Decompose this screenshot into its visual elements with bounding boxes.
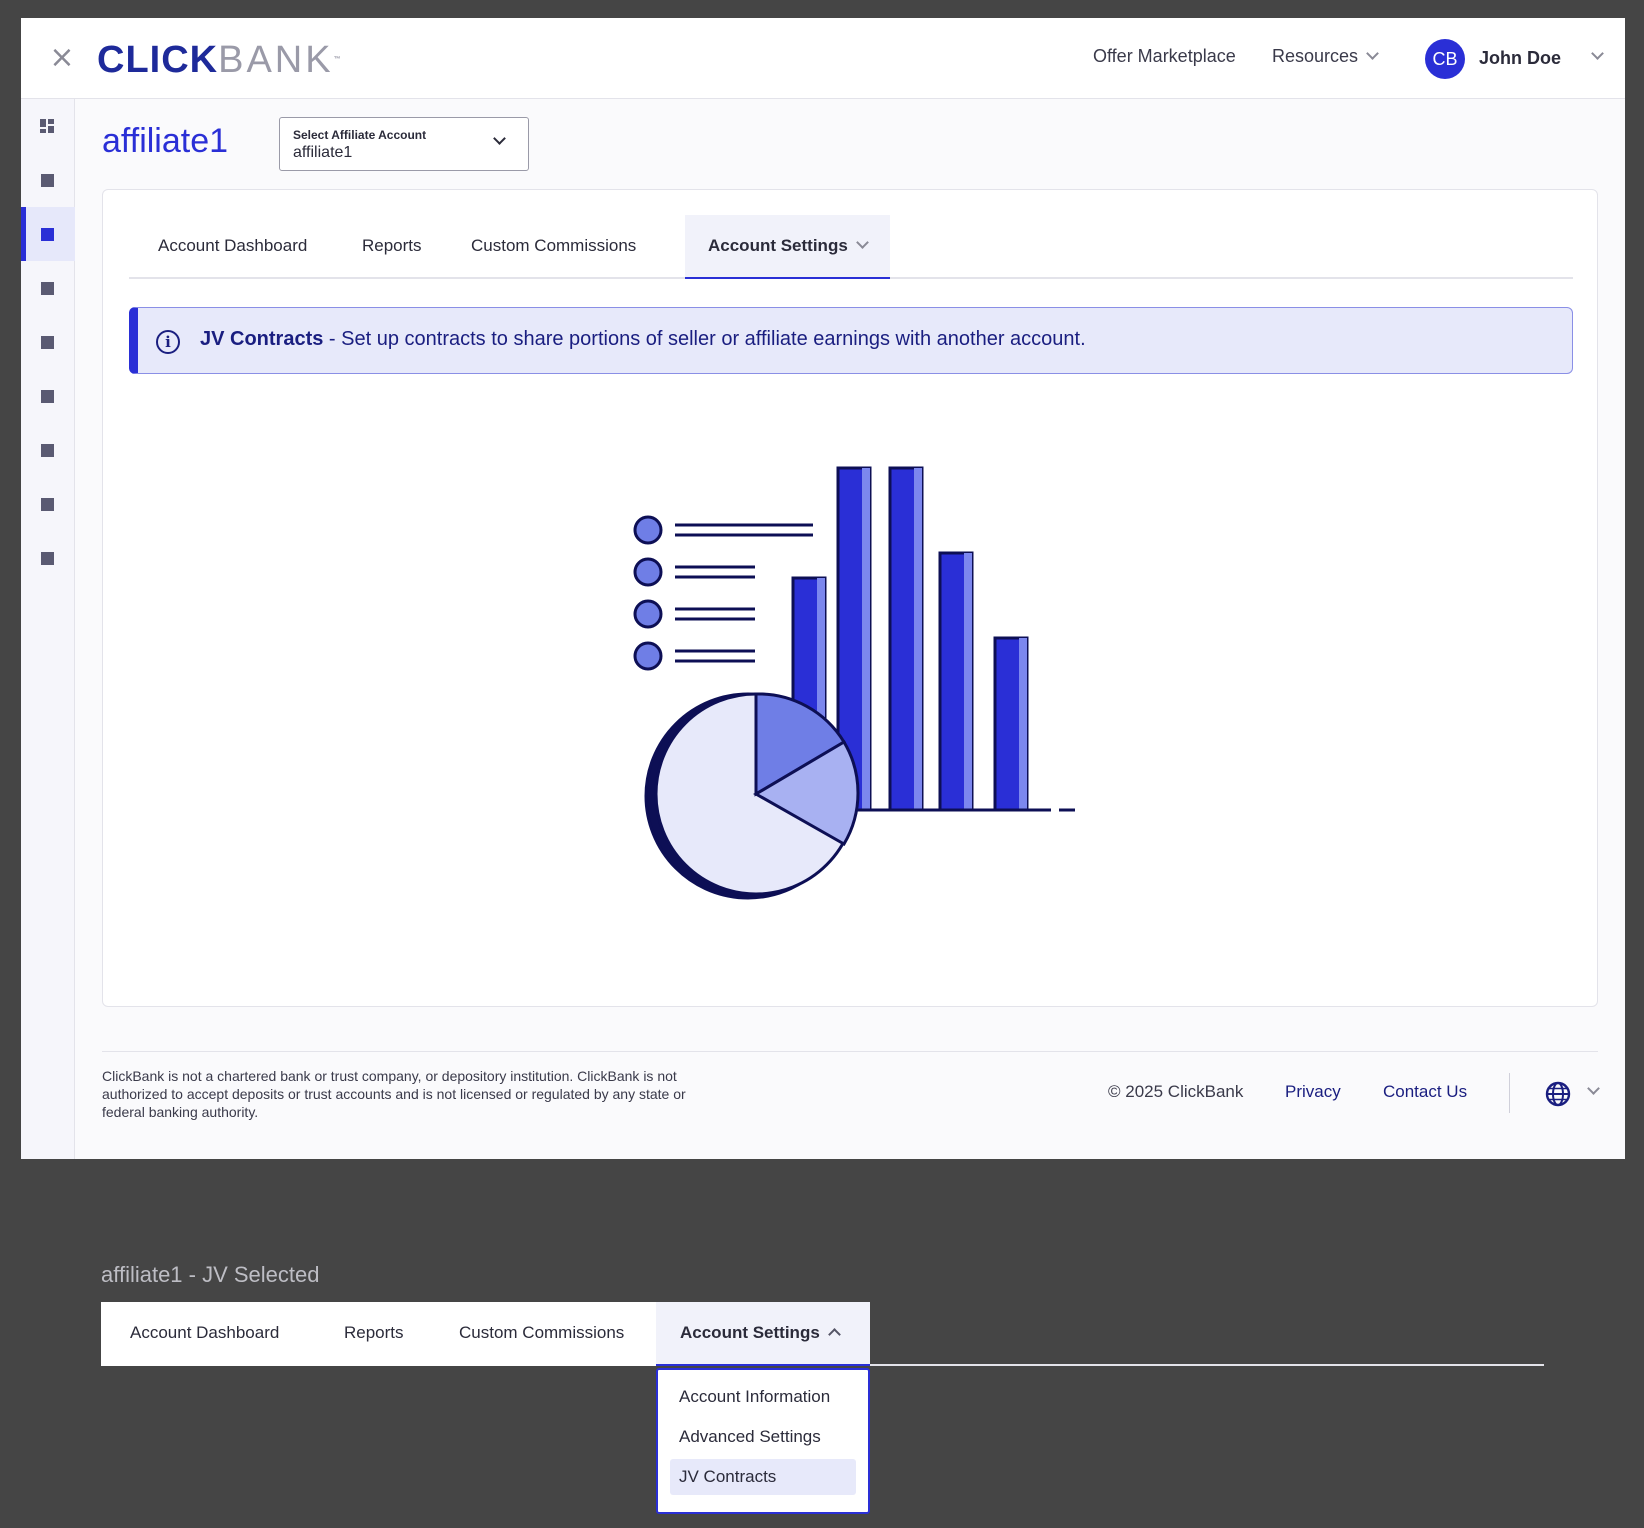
dashboard-icon [40,119,54,133]
chevron-down-icon [1366,47,1379,60]
sidebar-item-7[interactable] [21,423,75,477]
avatar[interactable]: CB [1425,39,1465,79]
sidebar-item-6[interactable] [21,369,75,423]
tab-underline [870,1364,1544,1366]
content-card: Account Dashboard Reports Custom Commiss… [102,189,1598,1007]
sidebar-item-9[interactable] [21,531,75,585]
tab-reports[interactable]: Reports [362,215,422,279]
menu-item-account-information[interactable]: Account Information [670,1379,856,1415]
chevron-down-icon [493,132,506,145]
footer-copyright: © 2025 ClickBank [1108,1082,1244,1101]
globe-icon[interactable] [1545,1081,1571,1107]
sidebar [21,99,75,1159]
tab-account-dashboard[interactable]: Account Dashboard [130,1302,279,1366]
list-illustration [633,515,813,671]
tab-account-settings[interactable]: Account Settings [656,1302,870,1366]
nav-square-icon [41,282,54,295]
tab-custom-commissions[interactable]: Custom Commissions [471,215,636,279]
sidebar-item-active[interactable] [21,207,75,261]
footer-disclaimer: ClickBank is not a chartered bank or tru… [102,1068,686,1120]
sidebar-item-5[interactable] [21,315,75,369]
tab-account-dashboard[interactable]: Account Dashboard [158,215,307,279]
privacy-link[interactable]: Privacy [1285,1082,1341,1102]
info-banner: i JV Contracts - Set up contracts to sha… [129,307,1573,374]
menu-item-advanced-settings[interactable]: Advanced Settings [670,1419,856,1455]
footer-vertical-divider [1509,1073,1510,1113]
banner-description: - Set up contracts to share portions of … [323,328,1086,350]
footer-divider [102,1051,1598,1052]
tab-account-settings[interactable]: Account Settings [685,215,890,279]
nav-resources[interactable]: Resources [1272,46,1379,67]
close-icon[interactable]: × [47,43,77,73]
sidebar-item-dashboard[interactable] [21,99,75,153]
sidebar-item-4[interactable] [21,261,75,315]
chevron-down-icon[interactable] [1587,1082,1600,1095]
clickbank-logo[interactable]: CLICKBANK™ [97,38,342,82]
banner-title: JV Contracts [200,328,324,350]
affiliate-account-select[interactable]: Select Affiliate Account affiliate1 [279,117,529,171]
nav-square-icon [41,498,54,511]
sidebar-item-2[interactable] [21,153,75,207]
account-settings-menu: Account Information Advanced Settings JV… [656,1368,870,1514]
tab-bar: Account Dashboard Reports Custom Commiss… [129,215,1573,279]
nav-square-icon [41,390,54,403]
chevron-down-icon[interactable] [1591,47,1604,60]
page-title: affiliate1 [102,122,229,160]
contact-us-link[interactable]: Contact Us [1383,1082,1467,1102]
lower-tab-bar: Account Dashboard Reports Custom Commiss… [101,1302,870,1366]
info-icon: i [156,330,180,354]
top-bar: × CLICKBANK™ Offer Marketplace Resources… [21,18,1625,99]
chevron-up-icon [827,1328,841,1341]
sidebar-item-8[interactable] [21,477,75,531]
nav-square-icon [41,444,54,457]
tab-reports[interactable]: Reports [344,1302,404,1366]
nav-square-icon [41,174,54,187]
nav-offer-marketplace[interactable]: Offer Marketplace [1093,46,1236,67]
app-window: × CLICKBANK™ Offer Marketplace Resources… [21,18,1625,1159]
tab-custom-commissions[interactable]: Custom Commissions [459,1302,624,1366]
nav-square-icon [41,336,54,349]
pie-chart-illustration [644,692,860,900]
state-caption: affiliate1 - JV Selected [101,1262,320,1287]
user-name[interactable]: John Doe [1479,48,1561,69]
nav-square-icon [41,552,54,565]
charts-illustration [633,466,1075,900]
chevron-down-icon [855,236,869,249]
nav-square-icon [41,228,54,241]
menu-item-jv-contracts[interactable]: JV Contracts [670,1459,856,1495]
